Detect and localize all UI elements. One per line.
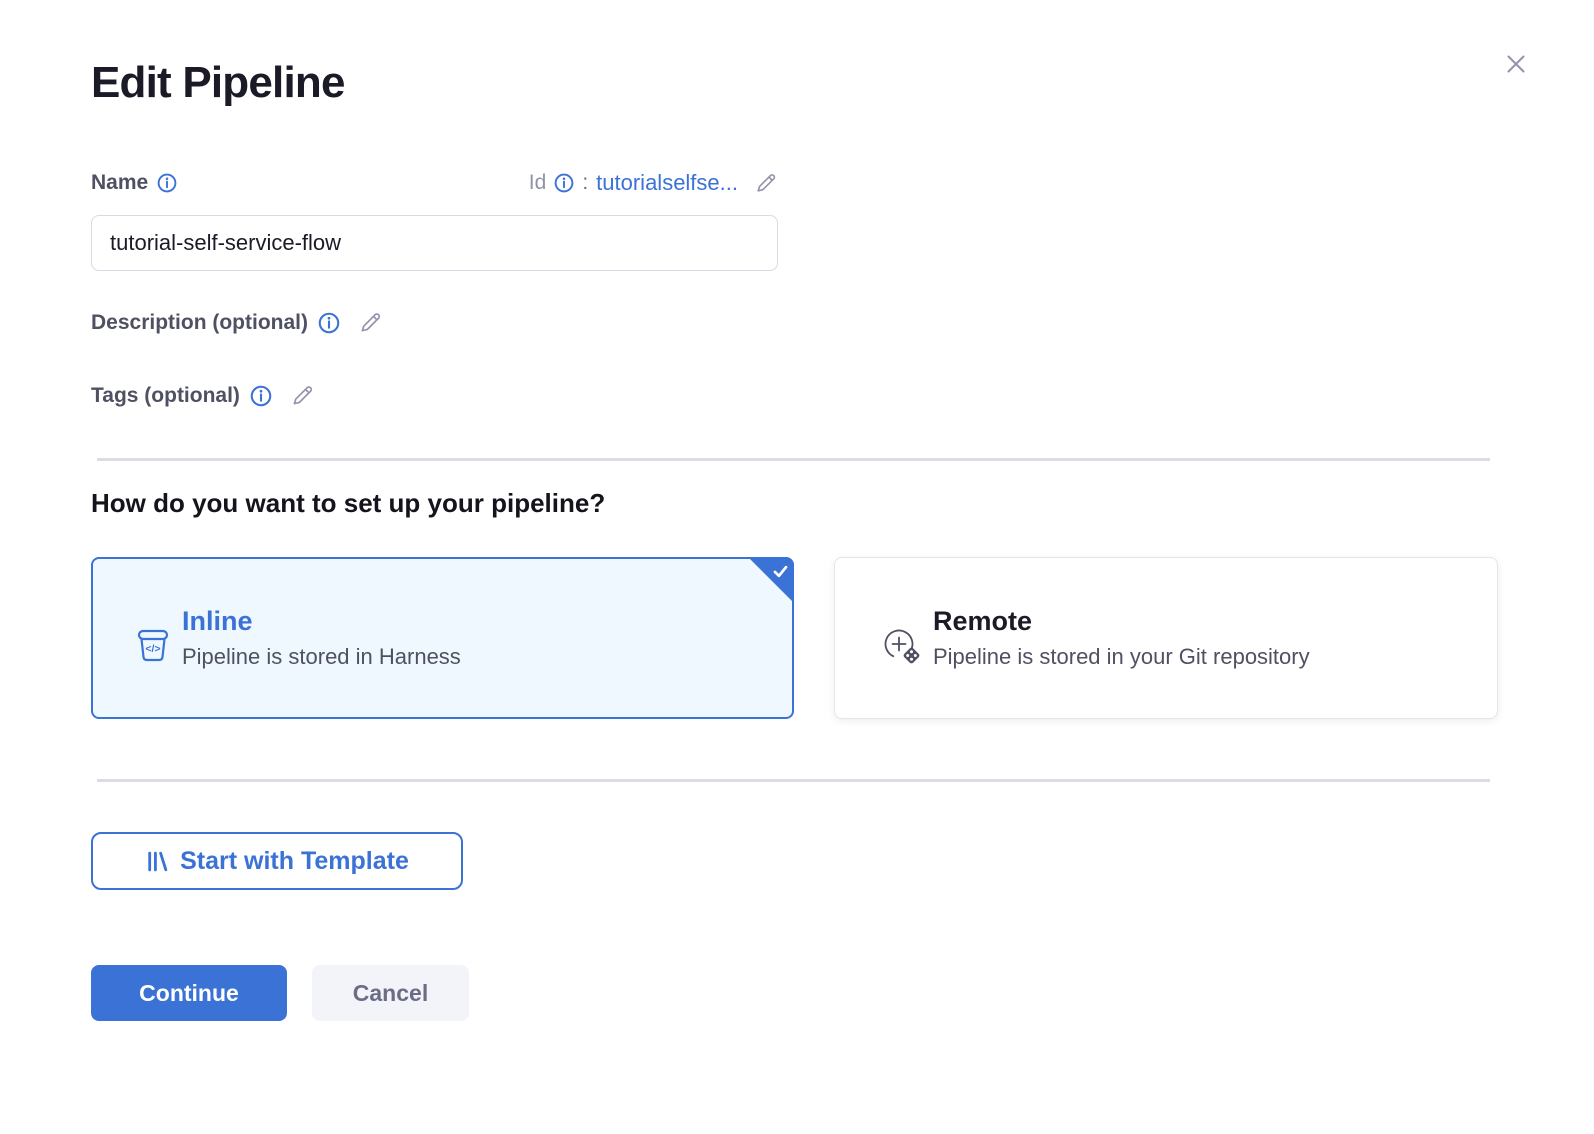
- id-label: Id: [529, 171, 547, 195]
- selected-check-icon: [748, 557, 794, 603]
- tags-label: Tags (optional): [91, 384, 240, 408]
- pipeline-id-group: Id : tutorialselfse...: [529, 170, 778, 196]
- remote-option-card[interactable]: Remote Pipeline is stored in your Git re…: [834, 557, 1498, 719]
- inline-store-icon: </>: [134, 625, 172, 665]
- start-with-template-label: Start with Template: [180, 847, 409, 876]
- name-label-group: Name: [91, 171, 177, 195]
- svg-text:</>: </>: [145, 643, 160, 655]
- close-button[interactable]: [1496, 44, 1536, 84]
- remote-option-subtitle: Pipeline is stored in your Git repositor…: [933, 644, 1310, 670]
- pipeline-store-options: </> Inline Pipeline is stored in Harness: [91, 557, 1498, 719]
- inline-option-text: Inline Pipeline is stored in Harness: [182, 606, 461, 670]
- info-icon[interactable]: [250, 385, 272, 407]
- page-title: Edit Pipeline: [91, 58, 345, 108]
- inline-option-card[interactable]: </> Inline Pipeline is stored in Harness: [91, 557, 794, 719]
- divider: [97, 779, 1490, 782]
- template-icon: [145, 849, 170, 874]
- name-id-row: Name Id : tutorialselfse...: [91, 166, 778, 200]
- divider: [97, 458, 1490, 461]
- inline-option-title: Inline: [182, 606, 461, 637]
- edit-description-icon[interactable]: [358, 310, 383, 335]
- remote-git-icon: [879, 623, 923, 667]
- info-icon[interactable]: [318, 312, 340, 334]
- tags-row: Tags (optional): [91, 383, 315, 408]
- info-icon[interactable]: [554, 173, 574, 193]
- info-icon[interactable]: [157, 173, 177, 193]
- edit-id-icon[interactable]: [754, 171, 778, 195]
- name-label: Name: [91, 171, 148, 195]
- description-label: Description (optional): [91, 311, 308, 335]
- remote-option-text: Remote Pipeline is stored in your Git re…: [933, 606, 1310, 670]
- start-with-template-button[interactable]: Start with Template: [91, 832, 463, 890]
- close-icon: [1501, 49, 1531, 79]
- continue-button[interactable]: Continue: [91, 965, 287, 1021]
- inline-option-subtitle: Pipeline is stored in Harness: [182, 644, 461, 670]
- pipeline-name-input[interactable]: [91, 215, 778, 271]
- id-separator: :: [582, 171, 588, 195]
- cancel-button[interactable]: Cancel: [312, 965, 469, 1021]
- remote-option-title: Remote: [933, 606, 1310, 637]
- setup-question: How do you want to set up your pipeline?: [91, 488, 605, 519]
- pipeline-id-link[interactable]: tutorialselfse...: [596, 170, 738, 196]
- edit-tags-icon[interactable]: [290, 383, 315, 408]
- description-row: Description (optional): [91, 310, 383, 335]
- edit-pipeline-dialog: Edit Pipeline Name Id: [0, 0, 1594, 1134]
